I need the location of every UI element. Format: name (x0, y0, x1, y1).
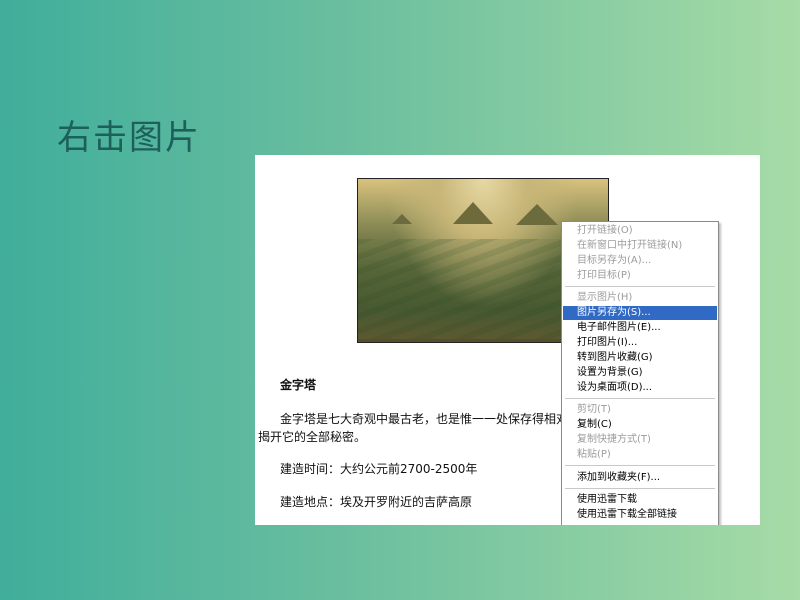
menu-item-print-picture[interactable]: 打印图片(I)... (563, 336, 717, 350)
menu-item-set-as-desktop-item[interactable]: 设为桌面项(D)... (563, 381, 717, 395)
build-time-text: 建造时间：大约公元前2700-2500年 (280, 462, 478, 476)
large-pyramid (516, 204, 558, 225)
browser-screenshot: 金字塔 金字塔是七大奇观中最古老，也是惟一一处保存得相对 揭开它的全部秘密。 建… (255, 155, 760, 525)
menu-item-show-picture[interactable]: 显示图片(H) (563, 291, 717, 305)
menu-item-paste[interactable]: 粘贴(P) (563, 448, 717, 462)
menu-item-copy-shortcut[interactable]: 复制快捷方式(T) (563, 433, 717, 447)
menu-item-add-to-favorites[interactable]: 添加到收藏夹(F)... (563, 471, 717, 485)
small-pyramid (392, 214, 412, 224)
menu-item-email-picture[interactable]: 电子邮件图片(E)... (563, 321, 717, 335)
menu-separator (565, 465, 715, 466)
menu-item-open-link-new-window[interactable]: 在新窗口中打开链接(N) (563, 239, 717, 253)
menu-separator (565, 286, 715, 287)
menu-item-copy[interactable]: 复制(C) (563, 418, 717, 432)
menu-separator (565, 398, 715, 399)
menu-item-print-target[interactable]: 打印目标(P) (563, 269, 717, 283)
menu-item-save-picture-as[interactable]: 图片另存为(S)... (563, 306, 717, 320)
menu-item-set-as-background[interactable]: 设置为背景(G) (563, 366, 717, 380)
menu-item-goto-my-pictures[interactable]: 转到图片收藏(G) (563, 351, 717, 365)
slide-title: 右击图片 (57, 118, 201, 158)
menu-item-save-target-as[interactable]: 目标另存为(A)... (563, 254, 717, 268)
article-heading: 金字塔 (280, 378, 317, 392)
menu-separator (565, 488, 715, 489)
context-menu: 打开链接(O) 在新窗口中打开链接(N) 目标另存为(A)... 打印目标(P)… (561, 221, 719, 525)
build-location-text: 建造地点：埃及开罗附近的吉萨高原 (280, 495, 473, 509)
menu-item-thunder-download-all[interactable]: 使用迅雷下载全部链接 (563, 508, 717, 522)
middle-pyramid (453, 202, 493, 224)
menu-item-cut[interactable]: 剪切(T) (563, 403, 717, 417)
menu-item-thunder-download[interactable]: 使用迅雷下载 (563, 493, 717, 507)
menu-item-open-link[interactable]: 打开链接(O) (563, 224, 717, 238)
article-paragraph-line1: 金字塔是七大奇观中最古老，也是惟一一处保存得相对 (280, 412, 569, 426)
article-paragraph-line2: 揭开它的全部秘密。 (258, 430, 367, 444)
